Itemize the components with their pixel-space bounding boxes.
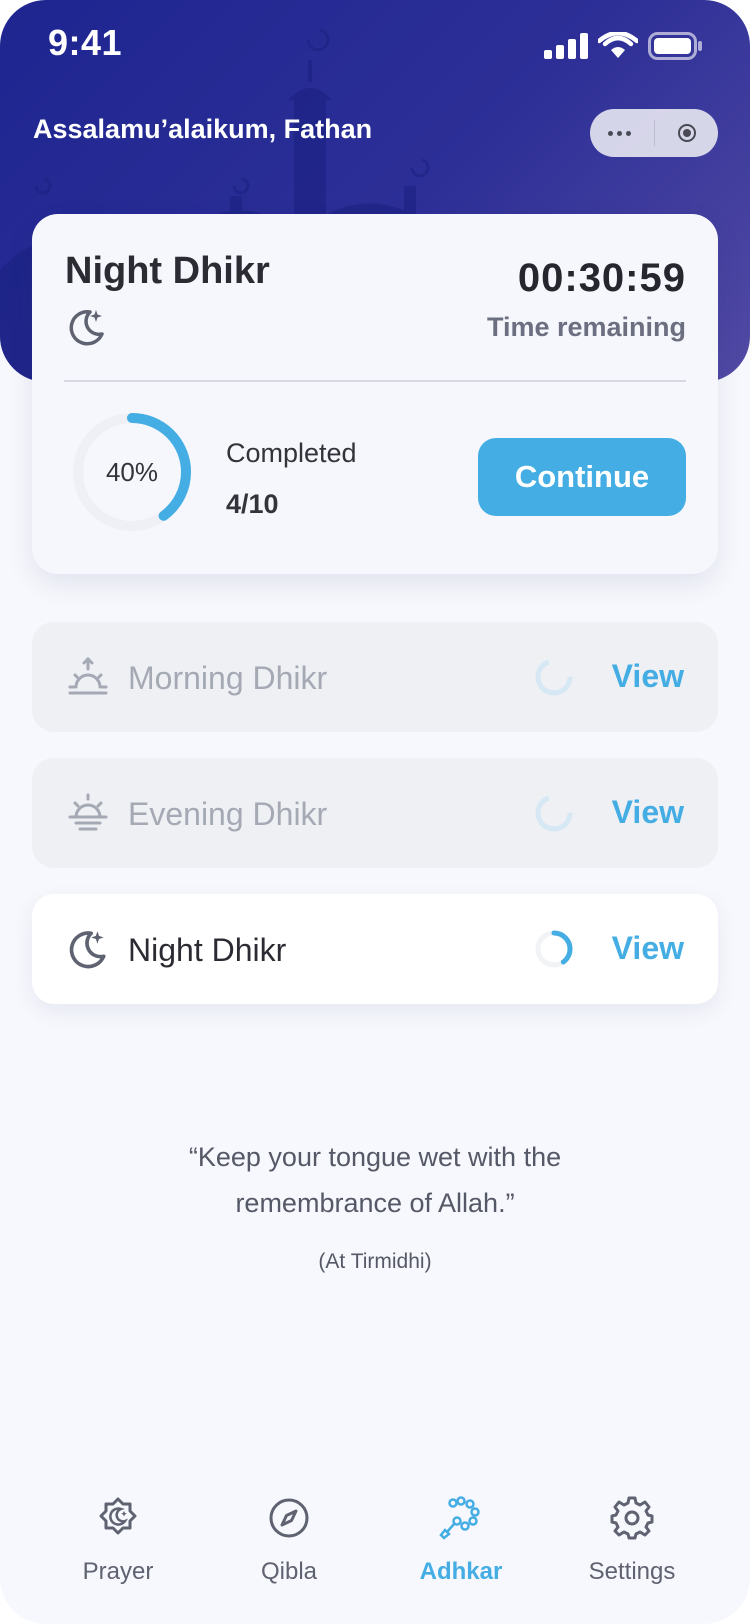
card-divider (64, 380, 686, 382)
quote-source: (At Tirmidhi) (318, 1250, 432, 1273)
greeting-text: Assalamu’alaikum, Fathan (33, 114, 373, 144)
prayer-beads-icon (439, 1496, 480, 1540)
gear-icon (610, 1496, 654, 1540)
dhikr-item-morning[interactable]: Morning Dhikr View (32, 622, 718, 732)
status-bar: 9:41 (0, 0, 750, 90)
view-button[interactable]: View (612, 930, 684, 967)
nav-label-settings: Settings (588, 1558, 676, 1585)
nav-label-prayer: Prayer (82, 1558, 154, 1585)
compass-icon (269, 1498, 309, 1538)
sunrise-icon (68, 656, 108, 695)
hadith-quote: “Keep your tongue wet with the remembran… (0, 1134, 750, 1226)
status-icons (544, 32, 704, 60)
dhikr-item-night[interactable]: Night Dhikr View (32, 894, 718, 1004)
nav-label-qibla: Qibla (260, 1558, 318, 1585)
dhikr-progress-ring (535, 930, 573, 968)
dhikr-item-evening[interactable]: Evening Dhikr View (32, 758, 718, 868)
moon-stars-icon (69, 931, 106, 969)
battery-icon (648, 32, 702, 60)
capsule-divider (654, 120, 655, 146)
completed-count: 4/10 (226, 489, 279, 519)
moon-stars-icon (69, 310, 104, 346)
dhikr-item-label: Evening Dhikr (128, 796, 328, 832)
dhikr-item-label: Night Dhikr (128, 932, 287, 968)
status-time: 9:41 (48, 22, 123, 63)
completed-label: Completed (226, 438, 357, 468)
view-button[interactable]: View (612, 794, 684, 831)
nav-item-prayer[interactable]: Prayer (48, 1496, 188, 1586)
nav-label-adhkar: Adhkar (419, 1558, 503, 1585)
view-button[interactable]: View (612, 658, 684, 695)
nav-item-adhkar[interactable]: Adhkar (391, 1496, 531, 1586)
signal-icon (544, 33, 588, 59)
app-screen: 9:41 Assalamu’alaikum, Fathan Night Dhik… (0, 0, 750, 1624)
mosque-badge-icon (99, 1497, 137, 1535)
time-remaining-value: 00:30:59 (517, 256, 686, 300)
mini-program-capsule[interactable] (590, 109, 718, 157)
wifi-icon (598, 32, 638, 58)
current-dhikr-title: Night Dhikr (65, 250, 270, 292)
time-remaining-label: Time remaining (486, 312, 686, 342)
sunset-icon (68, 793, 108, 831)
progress-percent: 40% (105, 456, 159, 487)
nav-item-settings[interactable]: Settings (562, 1496, 702, 1586)
dhikr-item-label: Morning Dhikr (128, 660, 328, 696)
dhikr-progress-ring (535, 658, 573, 696)
nav-item-qibla[interactable]: Qibla (219, 1496, 359, 1586)
quote-line-2: remembrance of Allah.” (235, 1188, 515, 1218)
continue-button[interactable]: Continue (478, 438, 686, 516)
quote-line-1: “Keep your tongue wet with the (188, 1142, 562, 1172)
close-target-icon[interactable] (678, 124, 696, 142)
dhikr-progress-ring (535, 794, 573, 832)
current-dhikr-card: Night Dhikr 00:30:59 Time remaining 40% … (32, 214, 718, 574)
more-options-icon[interactable] (608, 130, 631, 136)
bottom-navigation: Prayer Qibla Adhkar Settings (0, 1470, 750, 1624)
